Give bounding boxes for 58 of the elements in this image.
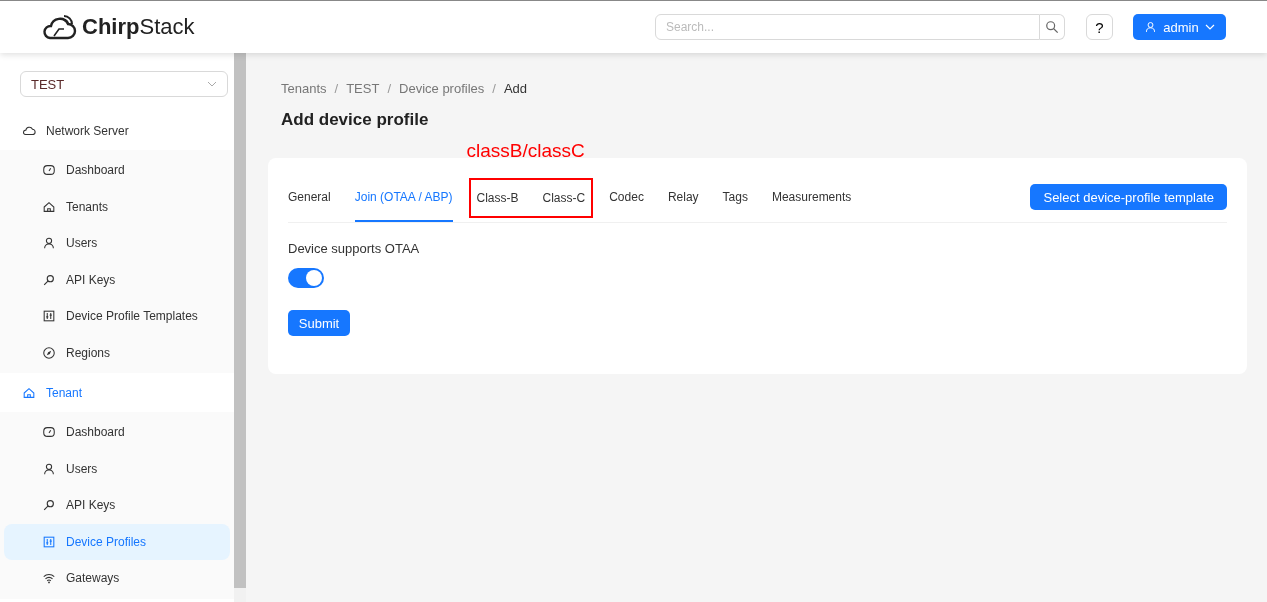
user-icon (1144, 20, 1158, 34)
user-menu-button[interactable]: admin (1133, 14, 1226, 40)
menu-group-header[interactable]: Network Server (0, 111, 234, 150)
tab[interactable]: Relay (667, 172, 699, 222)
menu-item[interactable]: Users (4, 450, 230, 487)
tab[interactable]: Codec (609, 172, 644, 222)
field-label: Device supports OTAA (288, 241, 421, 256)
user-icon (42, 461, 56, 476)
breadcrumb-separator: / (492, 81, 496, 96)
menu-item[interactable]: Tenants (4, 188, 230, 225)
toggle-switch[interactable] (288, 268, 324, 288)
menu-item[interactable]: Dashboard (4, 414, 230, 451)
house-icon (42, 199, 56, 214)
sliders-icon (42, 309, 56, 324)
breadcrumb-separator: / (334, 81, 339, 96)
help-button[interactable]: ? (1086, 14, 1113, 40)
search-icon (42, 272, 56, 287)
menu-item[interactable]: Device Profiles (4, 523, 230, 560)
gauge-icon (42, 425, 56, 440)
menu-item[interactable]: Users (4, 225, 230, 262)
compass-icon (42, 345, 56, 360)
search-icon (1045, 20, 1059, 34)
menu-item[interactable]: API Keys (4, 261, 230, 298)
tab[interactable]: Join (OTAA / ABP) (354, 172, 453, 222)
chevron-down-icon (1204, 22, 1215, 32)
tab[interactable]: Tags (722, 172, 748, 222)
submit-button[interactable]: Submit (288, 310, 350, 336)
scrollbar[interactable] (234, 53, 246, 602)
menu-item[interactable]: Device Profile Templates (4, 298, 230, 335)
breadcrumb-link[interactable]: Tenants (281, 81, 327, 96)
tab[interactable]: Measurements (771, 172, 852, 222)
menu-item[interactable]: Gateways (4, 560, 230, 597)
logo: ChirpStack (42, 12, 195, 42)
menu-group-header[interactable]: Tenant (0, 373, 234, 412)
breadcrumb-link[interactable]: Device profiles (399, 81, 485, 96)
search-icon (42, 498, 56, 513)
breadcrumb-separator: / (387, 81, 392, 96)
breadcrumb-link[interactable]: TEST (346, 81, 380, 96)
tab[interactable]: Class-C (542, 180, 586, 216)
annotation-text: classB/classC (466, 140, 585, 162)
menu-item[interactable]: Dashboard (4, 152, 230, 189)
gauge-icon (42, 163, 56, 178)
wifi-icon (42, 571, 56, 586)
user-icon (42, 236, 56, 251)
tenant-select[interactable]: TEST (20, 71, 228, 97)
sliders-icon (42, 534, 56, 549)
chevron-down-icon (207, 79, 217, 89)
menu-item[interactable]: API Keys (4, 487, 230, 524)
tab[interactable]: General (288, 172, 331, 222)
search-field[interactable]: Search... (655, 14, 1040, 40)
breadcrumb-current: Add (503, 81, 528, 96)
page-title: Add device profile (281, 110, 430, 130)
cloud-logo-icon (42, 12, 78, 42)
search-button[interactable] (1040, 14, 1065, 40)
house-icon (22, 385, 36, 400)
template-button[interactable]: Select device-profile template (1030, 184, 1227, 210)
tab[interactable]: Class-B (476, 180, 519, 216)
menu-item[interactable]: Regions (4, 334, 230, 371)
